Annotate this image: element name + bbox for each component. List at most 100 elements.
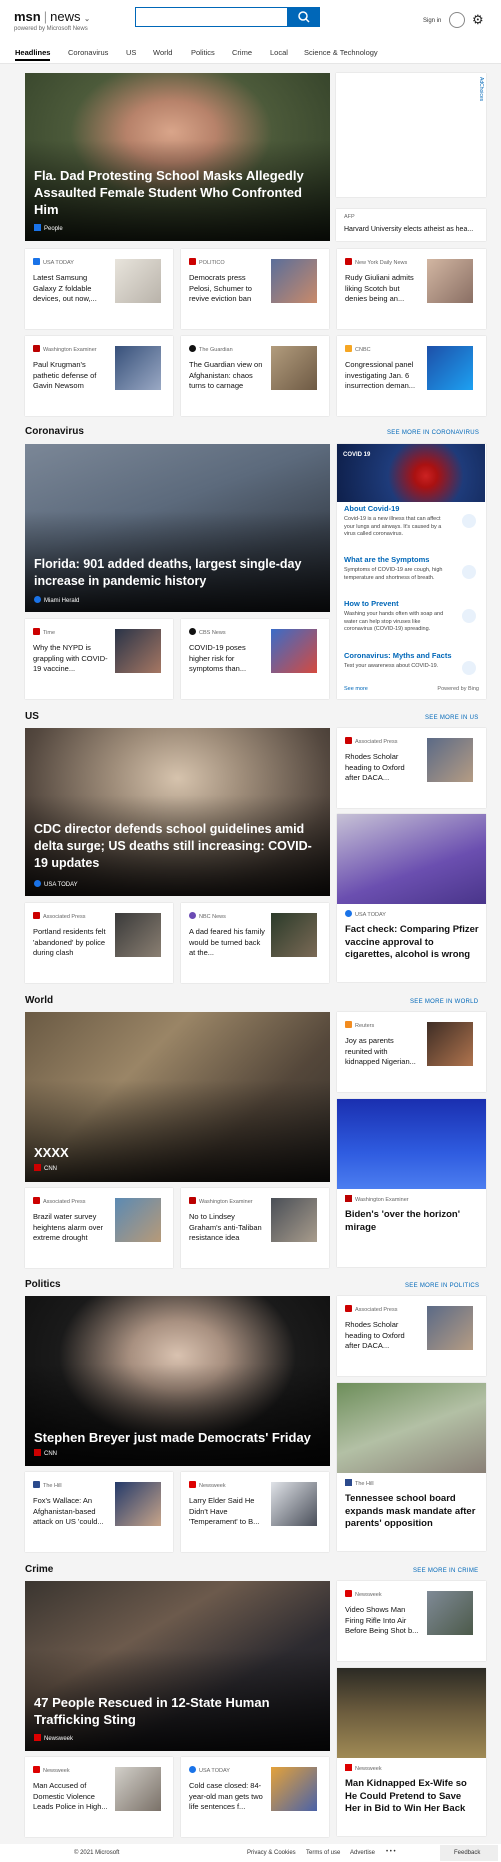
see-more-world[interactable]: SEE MORE IN WORLD bbox=[410, 999, 478, 1005]
crime-hero-card[interactable]: 47 People Rescued in 12-State Human Traf… bbox=[25, 1581, 330, 1751]
story-card[interactable]: Newsweek Larry Elder Said He Didn't Have … bbox=[181, 1472, 329, 1552]
nav-science-technology[interactable]: Science & Technology bbox=[304, 48, 378, 57]
ad-choices-label[interactable]: AdChoices bbox=[478, 77, 484, 101]
source-label: USA TODAY bbox=[355, 912, 386, 918]
covid-item-desc: Symptoms of COVID-19 are cough, high tem… bbox=[344, 567, 443, 581]
nav-us[interactable]: US bbox=[126, 48, 136, 57]
story-source: The Guardian bbox=[199, 347, 233, 353]
see-more-crime[interactable]: SEE MORE IN CRIME bbox=[413, 1568, 478, 1574]
nav-local[interactable]: Local bbox=[270, 48, 288, 57]
footer-link-terms[interactable]: Terms of use bbox=[306, 1850, 340, 1856]
story-title: Joy as parents reunited with kidnapped N… bbox=[345, 1036, 416, 1066]
covid-item-title: What are the Symptoms bbox=[344, 555, 430, 564]
copyright-text: © 2021 Microsoft bbox=[74, 1850, 120, 1856]
hero-source: CNN bbox=[34, 1449, 57, 1457]
story-title: COVID-19 poses higher risk for symptoms … bbox=[189, 643, 247, 673]
story-card[interactable]: NBC News A dad feared his family would be… bbox=[181, 903, 329, 983]
story-thumbnail bbox=[115, 913, 161, 957]
covid-info-item[interactable]: How to Prevent Washing your hands often w… bbox=[344, 599, 478, 634]
story-thumbnail bbox=[115, 346, 161, 390]
avatar-icon[interactable] bbox=[449, 12, 465, 28]
story-card[interactable]: Associated Press Rhodes Scholar heading t… bbox=[337, 728, 486, 808]
story-thumbnail bbox=[271, 1482, 317, 1526]
us-hero-card[interactable]: CDC director defends school guidelines a… bbox=[25, 728, 330, 896]
coronavirus-hero-card[interactable]: Florida: 901 added deaths, largest singl… bbox=[25, 444, 330, 612]
story-card[interactable]: USA TODAY Latest Samsung Galaxy Z foldabl… bbox=[25, 249, 173, 329]
source-label: The Hill bbox=[355, 1481, 374, 1487]
covid-item-title: About Covid-19 bbox=[344, 504, 400, 513]
nav-politics[interactable]: Politics bbox=[191, 48, 215, 57]
section-title-coronavirus: Coronavirus bbox=[25, 426, 84, 437]
covid-info-item[interactable]: Coronavirus: Myths and Facts Test your aw… bbox=[344, 651, 478, 675]
source-label: People bbox=[44, 226, 63, 232]
story-card[interactable]: The Hill Fox's Wallace: An Afghanistan-ba… bbox=[25, 1472, 173, 1552]
tall-story-card[interactable]: Washington Examiner Biden's 'over the ho… bbox=[337, 1099, 486, 1267]
sign-in-link[interactable]: Sign in bbox=[423, 18, 441, 24]
tall-story-card[interactable]: Newsweek Man Kidnapped Ex-Wife so He Cou… bbox=[337, 1668, 486, 1836]
covid-info-item[interactable]: What are the Symptoms Symptoms of COVID-1… bbox=[344, 555, 478, 582]
nav-headlines[interactable]: Headlines bbox=[15, 48, 51, 61]
story-thumbnail bbox=[115, 629, 161, 673]
symptoms-icon bbox=[462, 565, 476, 579]
see-more-politics[interactable]: SEE MORE IN POLITICS bbox=[405, 1283, 479, 1289]
top-hero-card[interactable]: Fla. Dad Protesting School Masks Alleged… bbox=[25, 73, 330, 241]
story-card[interactable]: CBS News COVID-19 poses higher risk for s… bbox=[181, 619, 329, 699]
story-source: NBC News bbox=[199, 914, 226, 920]
covid-see-more-link[interactable]: See more bbox=[344, 686, 368, 692]
nav-coronavirus[interactable]: Coronavirus bbox=[68, 48, 108, 57]
search-input[interactable] bbox=[135, 7, 288, 27]
story-card[interactable]: Newsweek Video Shows Man Firing Rifle Int… bbox=[337, 1581, 486, 1661]
covid-item-desc: Test your awareness about COVID-19. bbox=[344, 663, 439, 669]
see-more-us[interactable]: SEE MORE IN US bbox=[425, 715, 479, 721]
msn-logo[interactable]: msn | news ⌄ bbox=[14, 9, 90, 24]
story-title: Biden's 'over the horizon' mirage bbox=[345, 1209, 460, 1233]
source-label: USA TODAY bbox=[44, 882, 78, 888]
chevron-down-icon[interactable]: ⌄ bbox=[84, 16, 90, 23]
story-source: Associated Press bbox=[355, 1307, 398, 1313]
see-more-coronavirus[interactable]: SEE MORE IN CORONAVIRUS bbox=[387, 430, 479, 436]
story-card[interactable]: Washington Examiner Paul Krugman's pathet… bbox=[25, 336, 173, 416]
story-card[interactable]: Associated Press Rhodes Scholar heading t… bbox=[337, 1296, 486, 1376]
covid-info-item[interactable]: About Covid-19 Covid-19 is a new illness … bbox=[344, 504, 478, 539]
covid-item-title: How to Prevent bbox=[344, 599, 399, 608]
tall-story-card[interactable]: The Hill Tennessee school board expands … bbox=[337, 1383, 486, 1551]
story-title: Tennessee school board expands mask mand… bbox=[345, 1493, 476, 1529]
tall-story-card[interactable]: USA TODAY Fact check: Comparing Pfizer v… bbox=[337, 814, 486, 982]
source-label: Miami Herald bbox=[44, 598, 80, 604]
story-source: Newsweek bbox=[199, 1483, 226, 1489]
world-hero-card[interactable]: XXXX CNN bbox=[25, 1012, 330, 1182]
powered-by: powered by Microsoft News bbox=[14, 26, 88, 32]
nav-crime[interactable]: Crime bbox=[232, 48, 252, 57]
feedback-button[interactable]: Feedback bbox=[440, 1845, 498, 1861]
footer-link-advertise[interactable]: Advertise bbox=[350, 1850, 375, 1856]
story-card[interactable]: USA TODAY Cold case closed: 84-year-old m… bbox=[181, 1757, 329, 1837]
story-title: Paul Krugman's pathetic defense of Gavin… bbox=[33, 360, 97, 390]
story-card[interactable]: Associated Press Brazil water survey heig… bbox=[25, 1188, 173, 1268]
politics-hero-card[interactable]: Stephen Breyer just made Democrats' Frid… bbox=[25, 1296, 330, 1466]
story-card[interactable]: CNBC Congressional panel investigating Ja… bbox=[337, 336, 486, 416]
side-story-card[interactable]: AFP Harvard University elects atheist as… bbox=[336, 209, 486, 241]
gear-icon[interactable]: ⚙ bbox=[472, 12, 484, 28]
story-card[interactable]: POLITICO Democrats press Pelosi, Schumer … bbox=[181, 249, 329, 329]
story-card[interactable]: Time Why the NYPD is grappling with COVID… bbox=[25, 619, 173, 699]
story-thumbnail bbox=[271, 913, 317, 957]
hero-title: CDC director defends school guidelines a… bbox=[34, 822, 312, 870]
hero-title: XXXX bbox=[34, 1145, 69, 1160]
footer-link-privacy[interactable]: Privacy & Cookies bbox=[247, 1850, 296, 1856]
story-card[interactable]: Newsweek Man Accused of Domestic Violence… bbox=[25, 1757, 173, 1837]
story-card[interactable]: The Guardian The Guardian view on Afghani… bbox=[181, 336, 329, 416]
story-card[interactable]: New York Daily News Rudy Giuliani admits … bbox=[337, 249, 486, 329]
nav-world[interactable]: World bbox=[153, 48, 172, 57]
section-title-us: US bbox=[25, 711, 39, 722]
hero-source: Miami Herald bbox=[34, 596, 79, 604]
story-source: Associated Press bbox=[43, 1199, 86, 1205]
product-label: news bbox=[50, 9, 81, 24]
ad-card[interactable]: AdChoices bbox=[336, 73, 486, 197]
story-card[interactable]: Associated Press Portland residents felt … bbox=[25, 903, 173, 983]
search-button[interactable] bbox=[288, 7, 320, 27]
story-card[interactable]: Washington Examiner No to Lindsey Graham'… bbox=[181, 1188, 329, 1268]
source-label: CNN bbox=[44, 1166, 57, 1172]
more-options-icon[interactable]: • • • bbox=[386, 1849, 396, 1855]
story-card[interactable]: Reuters Joy as parents reunited with kidn… bbox=[337, 1012, 486, 1092]
story-thumbnail bbox=[271, 1767, 317, 1811]
